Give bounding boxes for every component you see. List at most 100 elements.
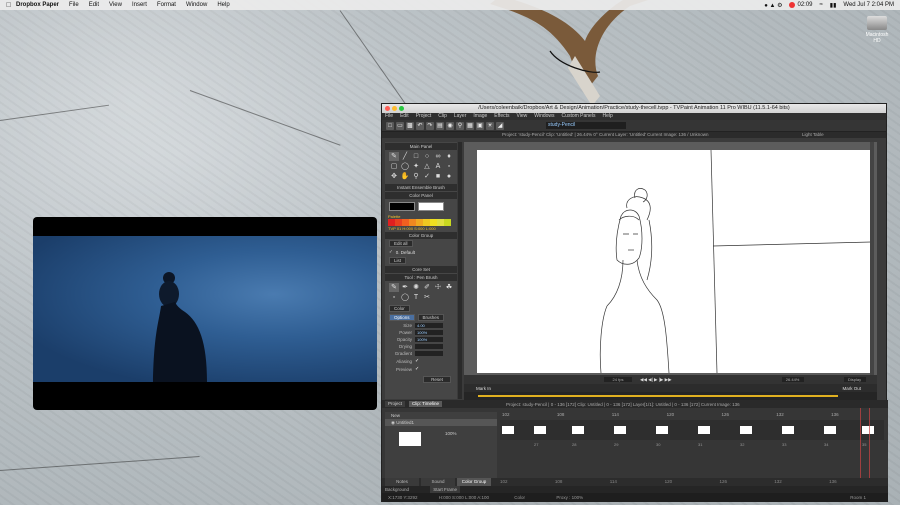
palette-swatch[interactable]: [402, 219, 409, 226]
play-controls[interactable]: ◀◀ ◀| ▶ |▶ ▶▶: [640, 377, 672, 383]
tvp-menu-layer[interactable]: Layer: [454, 113, 467, 120]
light-table-label[interactable]: Light Table: [802, 132, 824, 138]
redo-icon[interactable]: ↷: [426, 121, 434, 130]
menu-app-name[interactable]: Dropbox Paper: [16, 2, 59, 8]
new-icon[interactable]: □: [386, 121, 394, 130]
light-table-icon[interactable]: ☀: [486, 121, 494, 130]
timeline-cell[interactable]: [782, 426, 794, 434]
tvp-menu-help[interactable]: Help: [602, 113, 612, 120]
wifi-icon[interactable]: ≈: [820, 2, 823, 8]
mark-out-label[interactable]: Mark Out: [842, 386, 861, 391]
timeline-cell[interactable]: [698, 426, 710, 434]
secondary-color-swatch[interactable]: [418, 202, 444, 211]
preview-checkbox[interactable]: ✓: [415, 366, 419, 372]
brush-knife-icon[interactable]: ☩: [433, 283, 443, 292]
tvp-menu-clip[interactable]: Clip: [438, 113, 447, 120]
brush-marker-icon[interactable]: ✐: [422, 283, 432, 292]
brush-tool-icon[interactable]: ●: [444, 172, 454, 181]
palette-swatch[interactable]: [409, 219, 416, 226]
opacity-field[interactable]: 100%: [415, 337, 443, 342]
tvp-menu-effects[interactable]: Effects: [494, 113, 509, 120]
menu-edit[interactable]: Edit: [89, 2, 99, 8]
zoom-tool-icon[interactable]: ⚲: [456, 121, 464, 130]
eraser-tool-icon[interactable]: ▫: [444, 162, 454, 171]
palette-swatch[interactable]: [437, 219, 444, 226]
proxy-readout[interactable]: Proxy : 100%: [556, 493, 583, 502]
brush-mode-select[interactable]: Color: [389, 305, 410, 312]
brush-cut-icon[interactable]: ✂: [422, 293, 432, 302]
layers-icon[interactable]: ▤: [436, 121, 444, 130]
layer-row[interactable]: ◉ Untitled1: [385, 419, 497, 426]
background-label[interactable]: Background: [385, 487, 409, 492]
brush-smudge-icon[interactable]: ☘: [444, 283, 454, 292]
undo-icon[interactable]: ↶: [416, 121, 424, 130]
lasso-tool-icon[interactable]: ◯: [400, 162, 410, 171]
frame-slider[interactable]: [464, 392, 877, 400]
timeline-cell[interactable]: [534, 426, 546, 434]
warp-tool-icon[interactable]: △: [422, 162, 432, 171]
gradient-field[interactable]: [415, 351, 443, 356]
battery-icon[interactable]: ▮▮: [830, 2, 837, 9]
panel-scrollbar[interactable]: [458, 142, 462, 399]
save-icon[interactable]: ▩: [406, 121, 414, 130]
tvp-menu-file[interactable]: File: [385, 113, 393, 120]
color-group-header[interactable]: Color Group: [385, 232, 457, 239]
circle-tool-icon[interactable]: ○: [422, 152, 432, 161]
aliasing-checkbox[interactable]: ✓: [415, 358, 419, 364]
screen-record-indicator[interactable]: 02:09: [789, 2, 813, 8]
select-tool-icon[interactable]: ▢: [389, 162, 399, 171]
main-panel-header[interactable]: Main Panel: [385, 143, 457, 150]
list-button[interactable]: List: [389, 257, 407, 264]
apple-icon[interactable]: : [6, 2, 16, 9]
timeline-cell[interactable]: [656, 426, 668, 434]
zoom-field[interactable]: 26.44%: [781, 377, 804, 382]
pan-tool-icon[interactable]: ✋: [400, 172, 410, 181]
tvp-menu-windows[interactable]: Windows: [534, 113, 554, 120]
default-group[interactable]: 0. Default: [396, 250, 415, 255]
display-button[interactable]: Display: [843, 377, 866, 382]
menu-file[interactable]: File: [69, 2, 79, 8]
tab-notes[interactable]: Notes: [385, 478, 419, 486]
mark-in-label[interactable]: Mark In: [476, 386, 491, 391]
core-set-header[interactable]: Core Set: [385, 266, 457, 273]
color-wheel-icon[interactable]: ◉: [446, 121, 454, 130]
edit-all-button[interactable]: Edit all: [389, 240, 413, 247]
room-selector[interactable]: Room 1: [850, 493, 866, 502]
layer-name-field[interactable]: study-Pencil: [546, 122, 626, 129]
brush-eraser-icon[interactable]: ▫: [389, 293, 399, 302]
color-panel-header[interactable]: Color Panel: [385, 192, 457, 199]
new-layer-button[interactable]: New: [385, 412, 497, 419]
reset-button[interactable]: Reset: [423, 376, 451, 383]
picker-tool-icon[interactable]: ✓: [422, 172, 432, 181]
timeline-cell[interactable]: [572, 426, 584, 434]
move-tool-icon[interactable]: ✥: [389, 172, 399, 181]
canvas-vertical-scrollbar[interactable]: [870, 142, 874, 375]
palette-swatch[interactable]: [423, 219, 430, 226]
layer-thumbnail[interactable]: [399, 432, 421, 446]
tvp-menu-edit[interactable]: Edit: [400, 113, 409, 120]
ruler-icon[interactable]: ◢: [496, 121, 504, 130]
tab-project[interactable]: Project: [385, 401, 406, 407]
eye-icon[interactable]: ◉: [391, 420, 395, 425]
window-titlebar[interactable]: /Users/coleenbaik/Dropbox/Art & Design/A…: [382, 104, 886, 113]
video-player-window[interactable]: [33, 217, 377, 410]
timeline-cell[interactable]: [614, 426, 626, 434]
palette-swatch[interactable]: [395, 219, 402, 226]
desktop-drive-icon[interactable]: Macintosh HD: [862, 16, 892, 44]
zoom-tool2-icon[interactable]: ⚲: [411, 172, 421, 181]
tab-sound[interactable]: Sound: [421, 478, 455, 486]
canvas-area[interactable]: [464, 142, 877, 375]
timeline-cells[interactable]: 27 28 29 30 31 32 33 34 35: [500, 420, 884, 447]
stamp-tool-icon[interactable]: ■: [433, 172, 443, 181]
palette-swatch[interactable]: [388, 219, 395, 226]
color-palette[interactable]: [385, 219, 457, 226]
fill-tool-icon[interactable]: ♦: [444, 152, 454, 161]
power-field[interactable]: 100%: [415, 330, 443, 335]
menu-help[interactable]: Help: [217, 2, 229, 8]
brush-blur-icon[interactable]: ◯: [400, 293, 410, 302]
size-field[interactable]: 4.00: [415, 323, 443, 328]
brush-pencil-icon[interactable]: ✎: [389, 283, 399, 292]
menu-window[interactable]: Window: [186, 2, 207, 8]
status-icons[interactable]: ● ▲ ⚙: [764, 2, 782, 9]
tvp-menu-image[interactable]: Image: [473, 113, 487, 120]
